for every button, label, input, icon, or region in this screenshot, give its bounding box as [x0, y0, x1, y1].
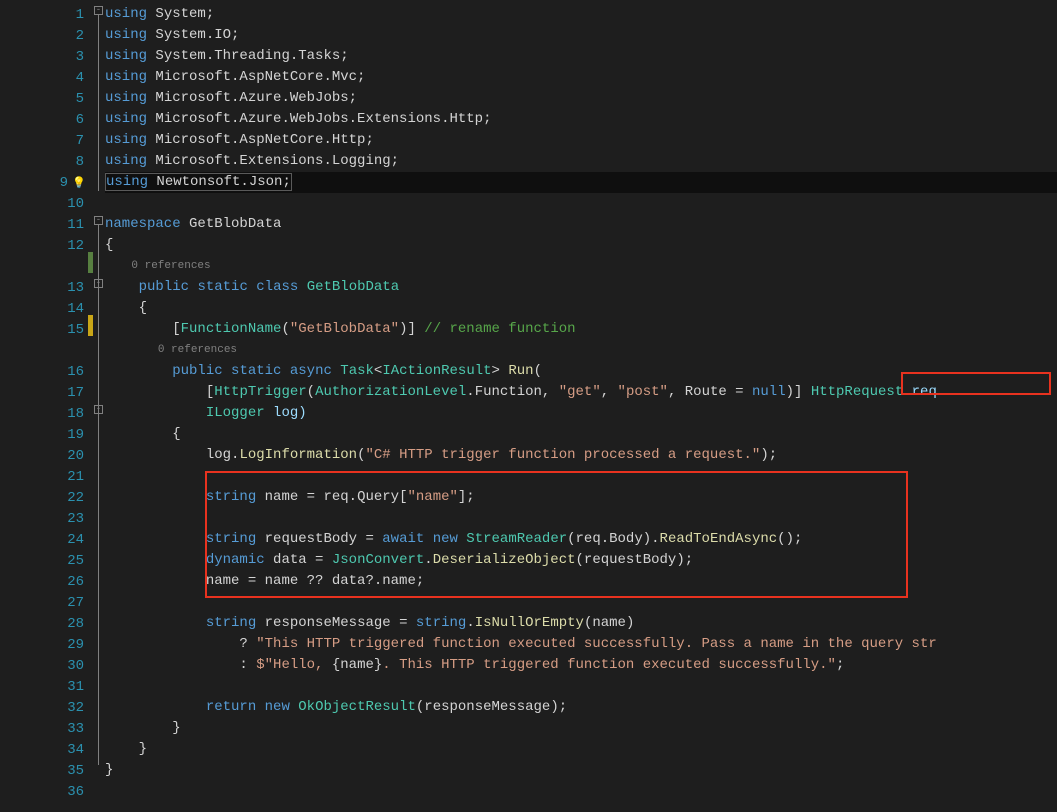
line-number: 26 [50, 574, 84, 590]
code-line: using Microsoft.Extensions.Logging; [105, 151, 1057, 172]
line-number: 13 [50, 280, 84, 296]
line-number: 33 [50, 721, 84, 737]
line-number: 19 [50, 427, 84, 443]
code-line: log.LogInformation("C# HTTP trigger func… [105, 445, 1057, 466]
line-number: 24 [50, 532, 84, 548]
code-line: : $"Hello, {name}. This HTTP triggered f… [105, 655, 1057, 676]
line-number: 30 [50, 658, 84, 674]
code-line: } [105, 718, 1057, 739]
line-number: 27 [50, 595, 84, 611]
code-line: return new OkObjectResult(responseMessag… [105, 697, 1057, 718]
line-number: 32 [50, 700, 84, 716]
line-number: 8 [50, 154, 84, 170]
code-line [105, 676, 1057, 697]
line-number: 5 [50, 91, 84, 107]
code-line: using System.Threading.Tasks; [105, 46, 1057, 67]
code-line: using Microsoft.Azure.WebJobs; [105, 88, 1057, 109]
line-number-gutter: 1 2 3 4 5 6 7 8 9💡 10 11 12 13 14 15 16 … [0, 0, 88, 812]
line-number: 14 [50, 301, 84, 317]
line-number: 35 [50, 763, 84, 779]
line-number: 7 [50, 133, 84, 149]
line-number: 6 [50, 112, 84, 128]
fold-toggle[interactable]: - [94, 279, 103, 288]
code-line: } [105, 739, 1057, 760]
code-line: using Newtonsoft.Json; [105, 172, 1057, 193]
code-line: public static class GetBlobData [105, 277, 1057, 298]
code-line [105, 508, 1057, 529]
line-number: 4 [50, 70, 84, 86]
line-number: 36 [50, 784, 84, 800]
line-number: 23 [50, 511, 84, 527]
line-number: 28 [50, 616, 84, 632]
line-number: 20 [50, 448, 84, 464]
line-number: 11 [50, 217, 84, 233]
code-line: ? "This HTTP triggered function executed… [105, 634, 1057, 655]
line-number: 22 [50, 490, 84, 506]
code-line: dynamic data = JsonConvert.DeserializeOb… [105, 550, 1057, 571]
line-number: 2 [50, 28, 84, 44]
line-number: 31 [50, 679, 84, 695]
code-line: name = name ?? data?.name; [105, 571, 1057, 592]
code-editor[interactable]: 1 2 3 4 5 6 7 8 9💡 10 11 12 13 14 15 16 … [0, 0, 1057, 812]
code-line [105, 592, 1057, 613]
fold-toggle[interactable]: - [94, 405, 103, 414]
codelens-references[interactable]: 0 references [105, 340, 1057, 361]
outline-column: - - - - [93, 0, 105, 812]
line-number: 9 [34, 175, 68, 191]
code-line: using Microsoft.Azure.WebJobs.Extensions… [105, 109, 1057, 130]
code-line: using Microsoft.AspNetCore.Http; [105, 130, 1057, 151]
line-number: 21 [50, 469, 84, 485]
code-line: namespace GetBlobData [105, 214, 1057, 235]
code-line: } [105, 760, 1057, 781]
codelens-references[interactable]: 0 references [105, 256, 1057, 277]
code-line: using System; [105, 4, 1057, 25]
line-number: 17 [50, 385, 84, 401]
line-number: 3 [50, 49, 84, 65]
line-number: 25 [50, 553, 84, 569]
lightbulb-icon[interactable]: 💡 [72, 176, 84, 190]
code-line: string requestBody = await new StreamRea… [105, 529, 1057, 550]
code-line: { [105, 235, 1057, 256]
code-line: string responseMessage = string.IsNullOr… [105, 613, 1057, 634]
code-line: using Microsoft.AspNetCore.Mvc; [105, 67, 1057, 88]
line-number: 12 [50, 238, 84, 254]
code-line [105, 193, 1057, 214]
code-line: public static async Task<IActionResult> … [105, 361, 1057, 382]
line-number: 15 [50, 322, 84, 338]
code-line: string name = req.Query["name"]; [105, 487, 1057, 508]
code-text-area[interactable]: using System; using System.IO; using Sys… [105, 0, 1057, 812]
code-line: [HttpTrigger(AuthorizationLevel.Function… [105, 382, 1057, 403]
code-line: ILogger log) [105, 403, 1057, 424]
code-line: { [105, 424, 1057, 445]
code-line: [FunctionName("GetBlobData")] // rename … [105, 319, 1057, 340]
code-line [105, 466, 1057, 487]
code-line: using System.IO; [105, 25, 1057, 46]
code-line: { [105, 298, 1057, 319]
line-number: 29 [50, 637, 84, 653]
line-number: 18 [50, 406, 84, 422]
fold-toggle[interactable]: - [94, 216, 103, 225]
line-number: 34 [50, 742, 84, 758]
line-number: 10 [50, 196, 84, 212]
line-number: 16 [50, 364, 84, 380]
fold-toggle[interactable]: - [94, 6, 103, 15]
line-number: 1 [50, 7, 84, 23]
